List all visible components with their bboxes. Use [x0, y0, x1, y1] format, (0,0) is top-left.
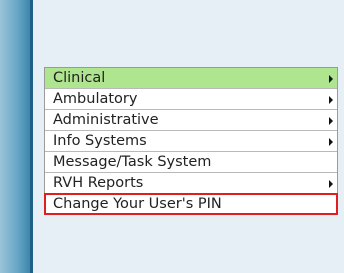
menu-item-message-task-system[interactable]: Message/Task System — [45, 152, 337, 173]
submenu-arrow-icon — [329, 75, 333, 83]
menu-item-rvh-reports[interactable]: RVH Reports — [45, 173, 337, 194]
submenu-arrow-icon — [329, 180, 333, 188]
submenu-arrow-icon — [329, 138, 333, 146]
submenu-arrow-icon — [329, 96, 333, 104]
menu-item-label: Change Your User's PIN — [53, 196, 222, 212]
menu-item-label: RVH Reports — [53, 175, 144, 191]
submenu-arrow-icon — [329, 117, 333, 125]
menu-item-change-pin[interactable]: Change Your User's PIN — [44, 193, 338, 215]
menu-item-label: Ambulatory — [53, 91, 138, 107]
menu-item-label: Info Systems — [53, 133, 147, 149]
menu-item-label: Clinical — [53, 70, 106, 86]
main-menu: Clinical Ambulatory Administrative Info … — [44, 67, 338, 215]
menu-item-administrative[interactable]: Administrative — [45, 110, 337, 131]
menu-item-label: Message/Task System — [53, 154, 212, 170]
left-sidebar-bar — [0, 0, 30, 273]
menu-item-label: Administrative — [53, 112, 159, 128]
menu-item-ambulatory[interactable]: Ambulatory — [45, 89, 337, 110]
menu-item-info-systems[interactable]: Info Systems — [45, 131, 337, 152]
menu-item-clinical[interactable]: Clinical — [45, 68, 337, 89]
